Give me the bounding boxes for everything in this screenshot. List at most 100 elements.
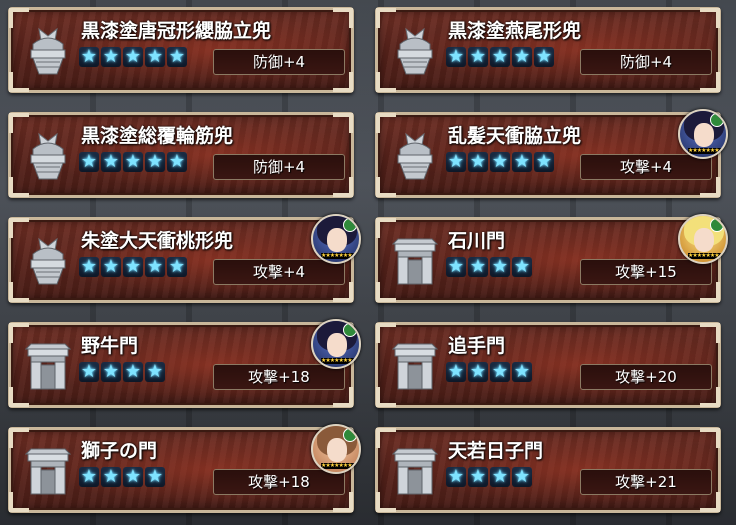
rarity-stars: ★ ★ ★ ★ ★ [446, 152, 554, 172]
star-icon: ★ [101, 361, 121, 382]
star-icon: ★ [468, 46, 488, 67]
star-icon: ★ [512, 361, 532, 382]
kabuto-helmet-icon [397, 27, 433, 75]
item-name: 野牛門 [81, 335, 139, 357]
rarity-stars: ★ ★ ★ ★ [79, 467, 165, 487]
star-icon: ★ [167, 151, 187, 172]
star-icon: ★ [79, 361, 99, 382]
star-icon: ★ [123, 361, 143, 382]
star-icon: ★ [512, 256, 532, 277]
equipment-card[interactable]: 黒漆塗燕尾形兜 ★ ★ ★ ★ ★ 防御+4 [375, 7, 721, 93]
star-icon: ★ [123, 151, 143, 172]
castle-gate-icon [25, 448, 71, 495]
item-name: 石川門 [448, 230, 506, 252]
equipment-card[interactable]: 追手門 ★ ★ ★ ★ 攻撃+20 [375, 322, 721, 408]
star-icon: ★ [446, 361, 466, 382]
rarity-stars: ★ ★ ★ ★ ★ [79, 47, 187, 67]
rarity-stars: ★ ★ ★ ★ ★ [446, 47, 554, 67]
star-icon: ★ [101, 256, 121, 277]
equipment-card[interactable]: 朱塗大天衝桃形兜 ★ ★ ★ ★ ★ 攻撃+4 ★★★★★★★ [8, 214, 361, 303]
star-icon: ★ [490, 151, 510, 172]
item-name: 黒漆塗唐冠形纓脇立兜 [81, 20, 272, 42]
star-icon: ★ [512, 46, 532, 67]
star-icon: ★ [167, 256, 187, 277]
rarity-stars: ★ ★ ★ ★ [79, 362, 165, 382]
star-icon: ★ [79, 256, 99, 277]
star-icon: ★ [446, 151, 466, 172]
castle-gate-icon [392, 343, 438, 390]
kabuto-helmet-icon [30, 27, 66, 75]
star-icon: ★ [468, 256, 488, 277]
character-portrait[interactable]: ★★★★★★★ [678, 214, 728, 264]
equipment-card[interactable]: 石川門 ★ ★ ★ ★ 攻撃+15 ★★★★★★★ [375, 214, 728, 303]
star-icon: ★ [446, 46, 466, 67]
item-name: 獅子の門 [81, 440, 158, 462]
castle-gate-icon [25, 343, 71, 390]
character-portrait[interactable]: ★★★★★★★ [311, 319, 361, 369]
item-name: 黒漆塗総覆輪筋兜 [81, 125, 234, 147]
star-icon: ★ [145, 361, 165, 382]
star-icon: ★ [101, 466, 121, 487]
star-icon: ★ [468, 151, 488, 172]
star-icon: ★ [512, 151, 532, 172]
equipment-card[interactable]: 獅子の門 ★ ★ ★ ★ 攻撃+18 ★★★★★★★ [8, 424, 361, 513]
star-icon: ★ [167, 46, 187, 67]
character-portrait[interactable]: ★★★★★★★ [678, 109, 728, 159]
star-icon: ★ [123, 466, 143, 487]
castle-gate-icon [392, 448, 438, 495]
stat-bonus: 攻撃+4 [580, 154, 712, 180]
star-icon: ★ [446, 256, 466, 277]
star-icon: ★ [145, 151, 165, 172]
stat-bonus: 防御+4 [213, 49, 345, 75]
kabuto-helmet-icon [30, 132, 66, 180]
kabuto-helmet-icon [30, 237, 66, 285]
star-icon: ★ [79, 466, 99, 487]
item-name: 朱塗大天衝桃形兜 [81, 230, 234, 252]
stat-bonus: 防御+4 [580, 49, 712, 75]
castle-gate-icon [392, 238, 438, 285]
star-icon: ★ [490, 46, 510, 67]
star-icon: ★ [79, 151, 99, 172]
rarity-stars: ★ ★ ★ ★ ★ [79, 152, 187, 172]
character-portrait[interactable]: ★★★★★★★ [311, 214, 361, 264]
star-icon: ★ [490, 256, 510, 277]
stat-bonus: 攻撃+18 [213, 469, 345, 495]
stat-bonus: 防御+4 [213, 154, 345, 180]
stat-bonus: 攻撃+20 [580, 364, 712, 390]
star-icon: ★ [145, 466, 165, 487]
star-icon: ★ [101, 46, 121, 67]
star-icon: ★ [534, 151, 554, 172]
equipment-card[interactable]: 黒漆塗唐冠形纓脇立兜 ★ ★ ★ ★ ★ 防御+4 [8, 7, 354, 93]
rarity-stars: ★ ★ ★ ★ [446, 467, 532, 487]
star-icon: ★ [512, 466, 532, 487]
stat-bonus: 攻撃+21 [580, 469, 712, 495]
star-icon: ★ [145, 256, 165, 277]
item-name: 乱髪天衝脇立兜 [448, 125, 582, 147]
star-icon: ★ [145, 46, 165, 67]
stat-bonus: 攻撃+4 [213, 259, 345, 285]
star-icon: ★ [468, 361, 488, 382]
equipment-card[interactable]: 野牛門 ★ ★ ★ ★ 攻撃+18 ★★★★★★★ [8, 319, 361, 408]
kabuto-helmet-icon [397, 132, 433, 180]
equipment-card[interactable]: 黒漆塗総覆輪筋兜 ★ ★ ★ ★ ★ 防御+4 [8, 112, 354, 198]
item-name: 追手門 [448, 335, 506, 357]
equipment-card[interactable]: 乱髪天衝脇立兜 ★ ★ ★ ★ ★ 攻撃+4 ★★★★★★★ [375, 109, 728, 198]
item-name: 黒漆塗燕尾形兜 [448, 20, 582, 42]
star-icon: ★ [468, 466, 488, 487]
star-icon: ★ [534, 46, 554, 67]
star-icon: ★ [79, 46, 99, 67]
star-icon: ★ [490, 361, 510, 382]
rarity-stars: ★ ★ ★ ★ [446, 362, 532, 382]
star-icon: ★ [123, 46, 143, 67]
star-icon: ★ [123, 256, 143, 277]
rarity-stars: ★ ★ ★ ★ [446, 257, 532, 277]
rarity-stars: ★ ★ ★ ★ ★ [79, 257, 187, 277]
character-portrait[interactable]: ★★★★★★★ [311, 424, 361, 474]
equipment-card[interactable]: 天若日子門 ★ ★ ★ ★ 攻撃+21 [375, 427, 721, 513]
item-name: 天若日子門 [448, 440, 544, 462]
stat-bonus: 攻撃+18 [213, 364, 345, 390]
stat-bonus: 攻撃+15 [580, 259, 712, 285]
star-icon: ★ [446, 466, 466, 487]
star-icon: ★ [490, 466, 510, 487]
star-icon: ★ [101, 151, 121, 172]
